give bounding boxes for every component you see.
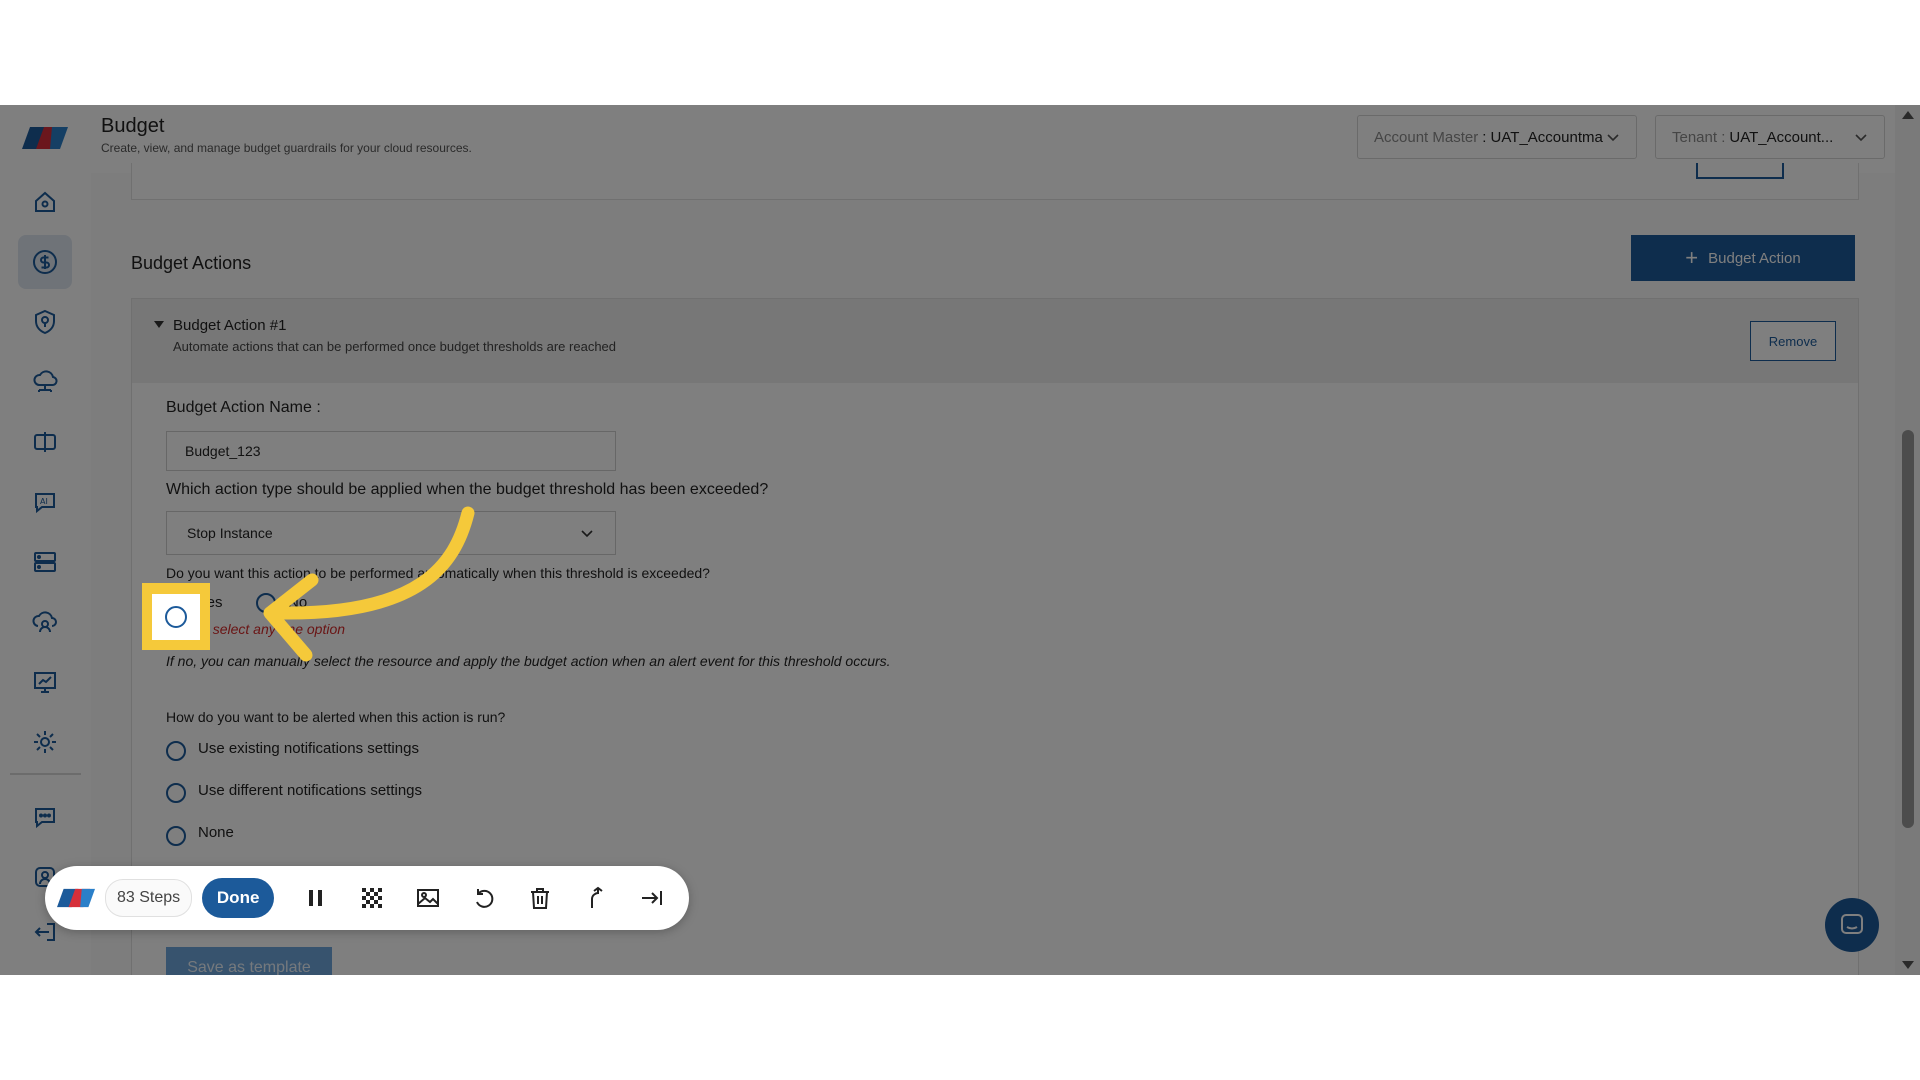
highlighted-yes-radio[interactable] <box>165 605 187 628</box>
steps-counter[interactable]: 83 Steps <box>105 879 193 917</box>
undo-icon[interactable] <box>464 878 504 918</box>
alert-none-label: None <box>198 824 234 841</box>
skip-icon[interactable] <box>632 878 672 918</box>
nav-home-icon[interactable] <box>18 175 72 229</box>
nav-gear-icon[interactable] <box>18 715 72 769</box>
budget-action-title: Budget Action #1 <box>173 317 287 334</box>
tenant-label: Tenant : <box>1672 128 1726 146</box>
recorder-logo <box>57 888 95 908</box>
nav-shield-icon[interactable] <box>18 295 72 349</box>
alert-different-radio[interactable] <box>166 783 186 803</box>
previous-card-edge <box>131 163 1859 200</box>
action-name-input[interactable]: Budget_123 <box>166 431 616 471</box>
alert-different-label: Use different notifications settings <box>198 782 423 799</box>
page-subtitle: Create, view, and manage budget guardrai… <box>101 141 472 155</box>
tenant-value: UAT_Account... <box>1729 128 1834 146</box>
nav-cloud-network-icon[interactable] <box>18 355 72 409</box>
chat-icon <box>1841 914 1863 934</box>
nav-ai-chat-icon[interactable]: AI <box>18 475 72 529</box>
pause-icon[interactable] <box>296 878 336 918</box>
vertical-scrollbar[interactable] <box>1895 105 1920 975</box>
alert-existing-label: Use existing notifications settings <box>198 740 419 757</box>
account-master-select[interactable]: Account Master : UAT_Accountma <box>1357 115 1637 159</box>
sidebar: AI <box>0 105 92 975</box>
chat-widget-button[interactable] <box>1825 898 1879 952</box>
caret-down-icon[interactable] <box>154 321 164 328</box>
add-budget-action-button[interactable]: + Budget Action <box>1631 235 1855 281</box>
scroll-down-arrow-icon[interactable] <box>1902 961 1914 969</box>
trash-icon[interactable] <box>520 878 560 918</box>
blur-icon[interactable] <box>352 878 392 918</box>
scroll-up-arrow-icon[interactable] <box>1902 111 1914 119</box>
nav-split-icon[interactable] <box>18 415 72 469</box>
budget-action-description: Automate actions that can be performed o… <box>173 339 617 354</box>
image-icon[interactable] <box>408 878 448 918</box>
remove-button[interactable]: Remove <box>1750 321 1836 361</box>
scrollbar-thumb[interactable] <box>1902 430 1914 828</box>
recorder-toolbar: 83 Steps Done <box>45 866 689 930</box>
previous-card-button-edge[interactable] <box>1696 163 1784 179</box>
nav-server-icon[interactable] <box>18 535 72 589</box>
account-master-value: : UAT_Accountma <box>1482 128 1603 146</box>
nav-dollar-icon[interactable] <box>18 235 72 289</box>
svg-text:AI: AI <box>40 497 48 506</box>
budget-action-header[interactable]: Budget Action #1 Automate actions that c… <box>132 299 1858 383</box>
action-type-question: Which action type should be applied when… <box>166 481 769 498</box>
alert-none-radio[interactable] <box>166 826 186 846</box>
plus-icon: + <box>1685 245 1699 270</box>
save-as-template-button[interactable]: Save as template <box>166 947 332 975</box>
account-master-label: Account Master <box>1374 128 1479 146</box>
alert-question: How do you want to be alerted when this … <box>166 709 506 725</box>
chevron-down-icon <box>1607 134 1619 142</box>
chevron-down-icon <box>581 530 593 538</box>
chevron-down-icon <box>1855 134 1867 142</box>
highlight-inner <box>152 593 200 640</box>
sidebar-divider <box>10 773 81 775</box>
highlight-frame <box>142 583 210 650</box>
guide-arrow-icon <box>263 506 475 662</box>
done-button[interactable]: Done <box>202 878 275 918</box>
add-budget-action-label: Budget Action <box>1708 249 1801 267</box>
page-title: Budget <box>101 115 165 137</box>
app-logo[interactable] <box>22 123 68 153</box>
nav-monitor-chart-icon[interactable] <box>18 655 72 709</box>
branch-icon[interactable] <box>576 878 616 918</box>
section-title: Budget Actions <box>131 253 252 273</box>
nav-chat-settings-icon[interactable] <box>18 790 72 844</box>
alert-existing-radio[interactable] <box>166 741 186 761</box>
action-name-label: Budget Action Name : <box>166 399 321 416</box>
tenant-select[interactable]: Tenant : UAT_Account... <box>1655 115 1885 159</box>
nav-cloud-user-icon[interactable] <box>18 595 72 649</box>
